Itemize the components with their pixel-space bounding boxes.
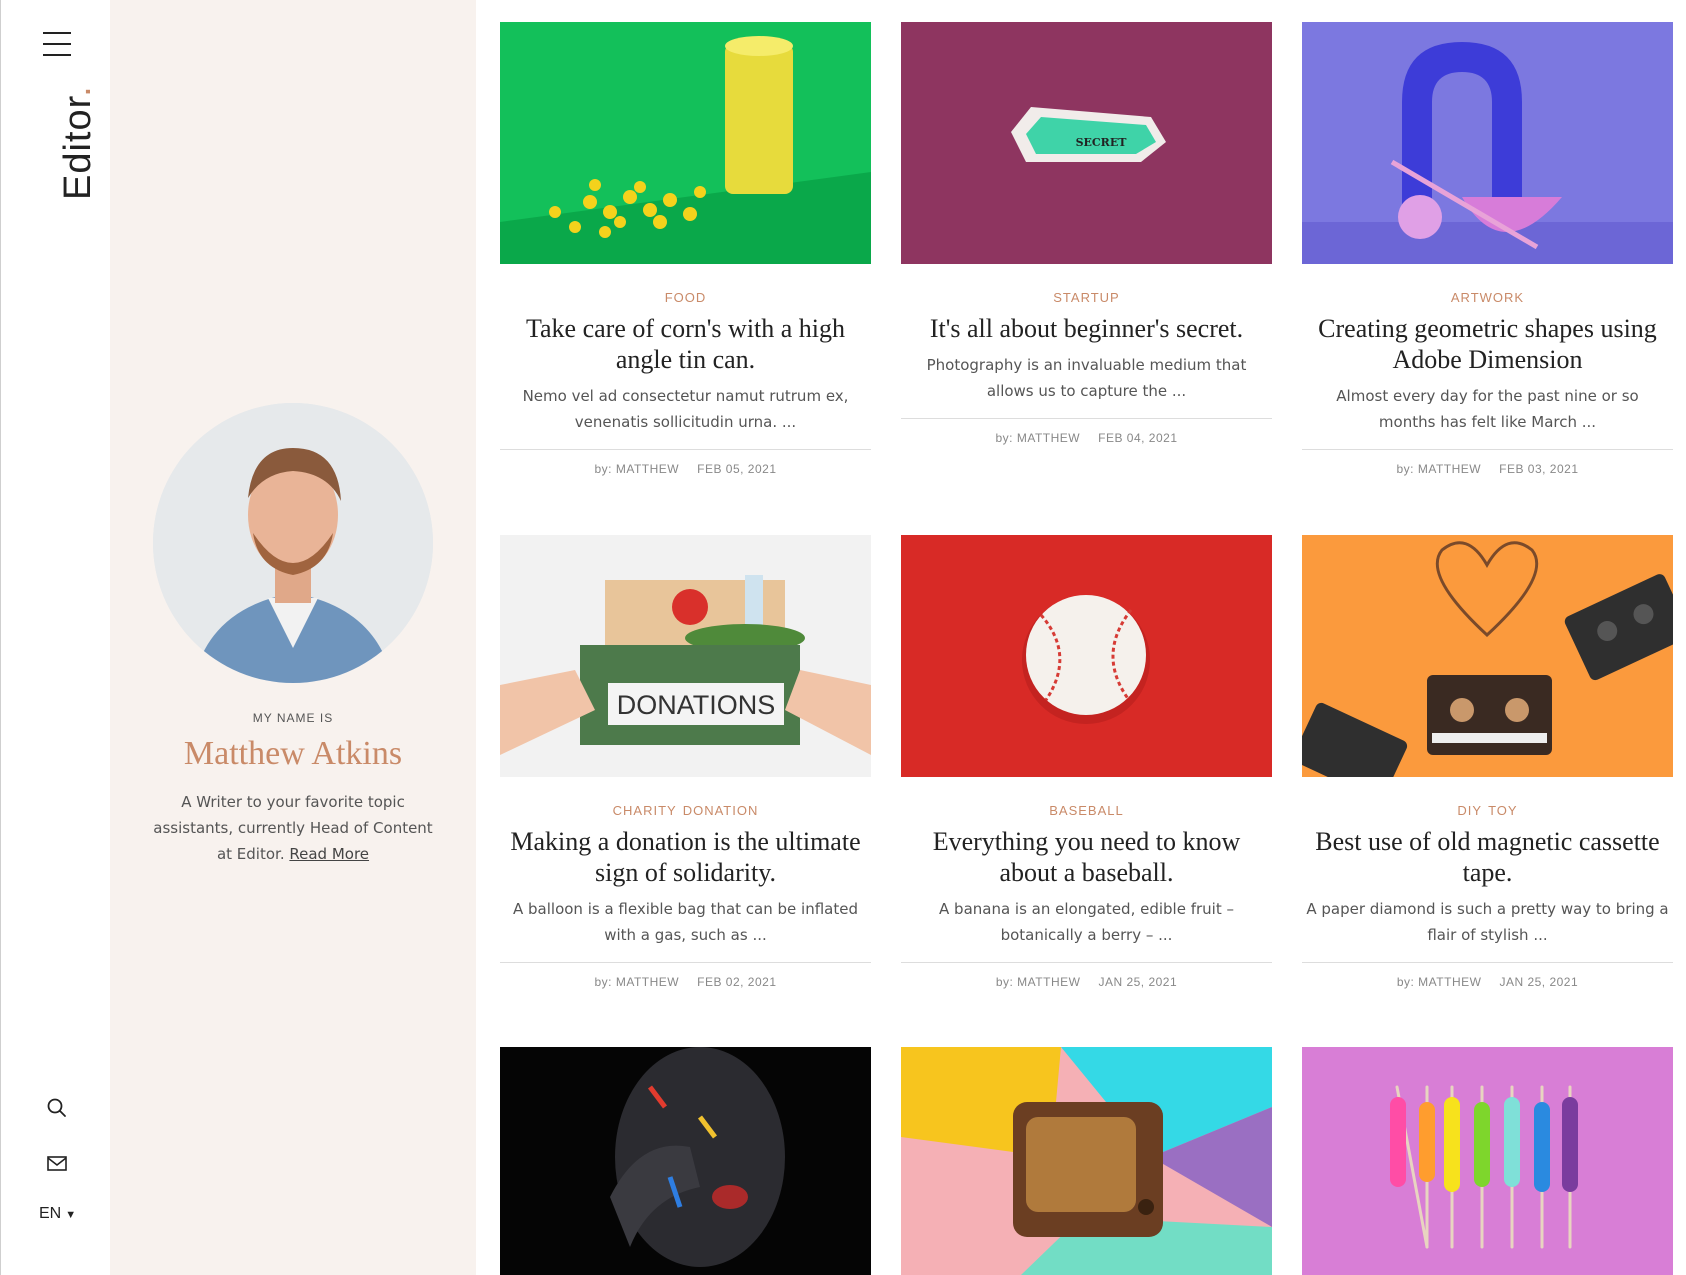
post-author[interactable]: by: MATTHEW bbox=[1397, 462, 1482, 476]
post-title[interactable]: Everything you need to know about a base… bbox=[901, 826, 1272, 888]
post-excerpt: A banana is an elongated, edible fruit –… bbox=[939, 900, 1234, 944]
post-date: JAN 25, 2021 bbox=[1499, 975, 1579, 989]
chevron-down-icon: ▼ bbox=[65, 1209, 77, 1221]
author-bio: A Writer to your favorite topic assistan… bbox=[110, 789, 476, 867]
name-label: MY NAME IS bbox=[252, 711, 334, 725]
post-card: BASEBALL Everything you need to know abo… bbox=[901, 535, 1272, 989]
author-name[interactable]: Matthew Atkins bbox=[110, 735, 476, 773]
post-categories: ARTWORK bbox=[1302, 290, 1673, 305]
post-title[interactable]: It's all about beginner's secret. bbox=[901, 313, 1272, 344]
logo-text: Editor bbox=[57, 96, 99, 200]
secret-tag-text: SECRET bbox=[1076, 136, 1128, 149]
post-author[interactable]: by: MATTHEW bbox=[996, 431, 1081, 445]
language-selector[interactable]: EN ▼ bbox=[39, 1205, 76, 1223]
post-thumbnail[interactable] bbox=[1302, 535, 1673, 777]
post-meta: by: MATTHEW JAN 25, 2021 bbox=[1302, 962, 1673, 989]
post-card: ARTWORK Creating geometric shapes using … bbox=[1302, 22, 1673, 476]
post-card: DONATIONS CHARITY DONATION Making a donat… bbox=[500, 535, 871, 989]
read-more-link[interactable]: Read More bbox=[289, 845, 369, 863]
post-categories: CHARITY DONATION bbox=[500, 803, 871, 818]
post-card bbox=[901, 1047, 1272, 1275]
donations-box-text: DONATIONS bbox=[617, 690, 776, 720]
post-author[interactable]: by: MATTHEW bbox=[996, 975, 1081, 989]
post-thumbnail[interactable] bbox=[500, 22, 871, 264]
post-card: SECRET STARTUP It's all about beginner's… bbox=[901, 22, 1272, 445]
category-link[interactable]: BASEBALL bbox=[1049, 803, 1124, 818]
post-meta: by: MATTHEW FEB 03, 2021 bbox=[1302, 449, 1673, 476]
language-label: EN bbox=[39, 1205, 62, 1222]
post-thumbnail[interactable] bbox=[1302, 1047, 1673, 1275]
post-meta: by: MATTHEW FEB 05, 2021 bbox=[500, 449, 871, 476]
post-author[interactable]: by: MATTHEW bbox=[595, 462, 680, 476]
post-excerpt: Photography is an invaluable medium that… bbox=[926, 356, 1247, 400]
post-excerpt: Almost every day for the past nine or so… bbox=[1336, 387, 1639, 431]
post-date: FEB 04, 2021 bbox=[1098, 431, 1178, 445]
post-thumbnail[interactable] bbox=[1302, 22, 1673, 264]
post-author[interactable]: by: MATTHEW bbox=[595, 975, 680, 989]
category-link[interactable]: TOY bbox=[1488, 803, 1518, 818]
post-date: FEB 03, 2021 bbox=[1499, 462, 1579, 476]
post-meta: by: MATTHEW FEB 02, 2021 bbox=[500, 962, 871, 989]
post-card: DIY TOY Best use of old magnetic cassette… bbox=[1302, 535, 1673, 989]
category-link[interactable]: DIY bbox=[1457, 803, 1482, 818]
category-link[interactable]: DONATION bbox=[683, 803, 759, 818]
post-categories: BASEBALL bbox=[901, 803, 1272, 818]
site-logo[interactable]: Editor. bbox=[57, 85, 100, 200]
post-meta: by: MATTHEW JAN 25, 2021 bbox=[901, 962, 1272, 989]
post-card bbox=[500, 1047, 871, 1275]
category-link[interactable]: FOOD bbox=[665, 290, 707, 305]
post-excerpt: A balloon is a flexible bag that can be … bbox=[513, 900, 858, 944]
post-thumbnail[interactable] bbox=[901, 535, 1272, 777]
post-categories: FOOD bbox=[500, 290, 871, 305]
post-excerpt: A paper diamond is such a pretty way to … bbox=[1306, 900, 1669, 944]
post-thumbnail[interactable]: DONATIONS bbox=[500, 535, 871, 777]
post-date: FEB 02, 2021 bbox=[697, 975, 777, 989]
post-card bbox=[1302, 1047, 1673, 1275]
post-categories: STARTUP bbox=[901, 290, 1272, 305]
post-meta: by: MATTHEW FEB 04, 2021 bbox=[901, 418, 1272, 445]
category-link[interactable]: ARTWORK bbox=[1451, 290, 1524, 305]
post-card: FOOD Take care of corn's with a high ang… bbox=[500, 22, 871, 476]
logo-dot: . bbox=[57, 85, 99, 97]
mail-icon[interactable] bbox=[45, 1151, 69, 1175]
avatar bbox=[153, 403, 433, 683]
post-excerpt: Nemo vel ad consectetur namut rutrum ex,… bbox=[522, 387, 849, 431]
post-thumbnail[interactable]: SECRET bbox=[901, 22, 1272, 264]
post-title[interactable]: Take care of corn's with a high angle ti… bbox=[500, 313, 871, 375]
post-date: JAN 25, 2021 bbox=[1098, 975, 1178, 989]
post-thumbnail[interactable] bbox=[500, 1047, 871, 1275]
post-title[interactable]: Best use of old magnetic cassette tape. bbox=[1302, 826, 1673, 888]
menu-icon[interactable] bbox=[43, 32, 71, 58]
author-profile: MY NAME IS Matthew Atkins A Writer to yo… bbox=[110, 0, 476, 1275]
category-link[interactable]: CHARITY bbox=[613, 803, 677, 818]
post-author[interactable]: by: MATTHEW bbox=[1397, 975, 1482, 989]
side-rail: Editor. EN ▼ bbox=[0, 0, 110, 1275]
post-date: FEB 05, 2021 bbox=[697, 462, 777, 476]
category-link[interactable]: STARTUP bbox=[1053, 290, 1119, 305]
post-title[interactable]: Creating geometric shapes using Adobe Di… bbox=[1302, 313, 1673, 375]
post-title[interactable]: Making a donation is the ultimate sign o… bbox=[500, 826, 871, 888]
post-categories: DIY TOY bbox=[1302, 803, 1673, 818]
search-icon[interactable] bbox=[45, 1096, 69, 1120]
post-thumbnail[interactable] bbox=[901, 1047, 1272, 1275]
